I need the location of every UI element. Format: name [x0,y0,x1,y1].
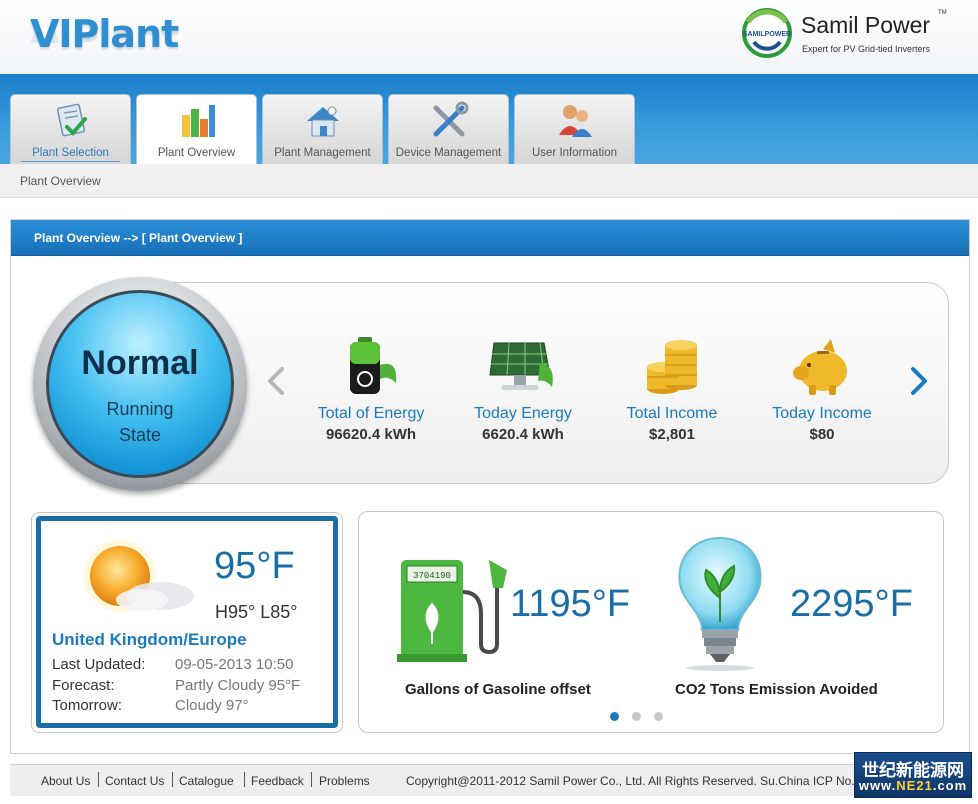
stat-value: 96620.4 kWh [325,426,417,443]
current-temperature: 95°F [214,545,295,587]
footer-link-problems[interactable]: Problems [319,774,370,788]
footer-divider [98,772,99,787]
tomorrow-value: Cloudy 97° [175,697,249,714]
samil-power-logo-icon: SAMILPOWER [742,8,792,58]
gasoline-offset-label: Gallons of Gasoline offset [405,681,591,698]
brand-tagline: Expert for PV Grid-tied Inverters [802,44,931,54]
last-updated-label: Last Updated: [52,656,146,673]
forecast-value: Partly Cloudy 95°F [175,677,301,694]
watermark-url-suffix: .com [932,778,968,793]
status-badge-face [46,290,234,478]
tab-label: Plant Management [274,147,371,159]
footer-link-contact[interactable]: Contact Us [105,774,164,788]
stat-value: $2,801 [649,426,695,443]
tab-plant-selection[interactable]: Plant Selection [10,94,131,164]
tab-label: User Information [531,147,617,159]
forecast-label: Forecast: [52,677,115,694]
fuel-pump-icon: 3704190 [397,560,507,662]
footer-link-about[interactable]: About Us [41,774,90,788]
footer-divider [244,772,245,787]
pump-counter: 3704190 [413,571,451,581]
brand-name: Samil Power [801,12,931,38]
stat-label: Today Income [772,405,872,422]
eco-lightbulb-icon [678,536,762,671]
solar-panel-icon [489,342,553,390]
gasoline-offset-value: 1195°F [510,583,631,625]
tab-user-information[interactable]: User Information [514,94,635,164]
battery-icon [350,337,397,394]
copyright-text: Copyright@2011-2012 Samil Power Co., Ltd… [406,774,855,788]
house-icon [307,106,339,137]
footer: About Us Contact Us Catalogue Feedback P… [10,764,970,796]
tab-label: Device Management [395,147,502,159]
logo-reflection: VIPlant [30,30,178,50]
co2-avoided-label: CO2 Tons Emission Avoided [675,681,878,698]
coins-icon [647,340,697,394]
footer-link-feedback[interactable]: Feedback [251,774,304,788]
high-low-temperature: H95° L85° [215,602,298,622]
breadcrumb: Plant Overview [20,174,101,188]
watermark-url-highlight: NE21 [896,778,933,793]
tab-underline [21,161,120,162]
tab-label: Plant Overview [157,147,236,159]
pager-dot-3[interactable] [654,712,663,721]
tab-plant-management[interactable]: Plant Management [262,94,383,164]
users-icon [559,105,592,137]
panel-title: Plant Overview --> [ Plant Overview ] [34,231,243,245]
tab-label: Plant Selection [32,147,109,159]
header: VIPlant VIPlant SAMILPOWER Samil Power T… [0,0,978,74]
tab-device-management[interactable]: Device Management [388,94,509,164]
pager-dot-1[interactable] [610,712,619,721]
tab-plant-overview[interactable]: Plant Overview [136,94,257,165]
stat-label: Total Income [626,405,718,422]
footer-divider [172,772,173,787]
stat-value: 6620.4 kWh [482,426,564,443]
stat-today-energy: Today Energy 6620.4 kWh [448,335,598,445]
bar-chart-icon [182,105,215,137]
tomorrow-label: Tomorrow: [52,697,123,714]
brand-trademark: TM [938,10,947,16]
status-subtext-line2: State [118,425,162,445]
chevron-right-icon[interactable] [903,366,933,396]
stat-label: Today Energy [474,405,572,422]
footer-link-catalogue[interactable]: Catalogue [179,774,234,788]
co2-avoided-value: 2295°F [790,583,913,625]
stat-total-energy: Total of Energy 96620.4 kWh [296,335,446,445]
status-text: Normal [81,344,199,382]
watermark-url-prefix: www. [858,778,897,793]
weather-location[interactable]: United Kingdom/Europe [52,630,247,650]
status-subtext-line1: Running [106,399,174,419]
stat-value: $80 [809,426,835,443]
stat-total-income: Total Income $2,801 [597,335,747,445]
partly-cloudy-icon [84,540,194,612]
last-updated-value: 09-05-2013 10:50 [175,656,294,673]
stat-today-income: Today Income $80 [747,335,897,445]
brand-mark-text: SAMILPOWER [743,31,791,38]
stat-label: Total of Energy [317,405,425,422]
breadcrumb-bar: Plant Overview [0,164,978,198]
chevron-left-icon[interactable] [262,366,292,396]
tools-icon [433,101,469,137]
panel-header: Plant Overview --> [ Plant Overview ] [11,220,969,256]
tab-bar: Plant Selection Plant Overview Plant Man… [0,74,978,165]
site-watermark: 世纪新能源网 www.NE21.com [854,752,972,798]
document-check-icon [56,103,87,137]
pager-dot-2[interactable] [632,712,641,721]
footer-divider [311,772,312,787]
watermark-url: www.NE21.com [855,778,971,793]
piggy-bank-icon [793,339,847,395]
